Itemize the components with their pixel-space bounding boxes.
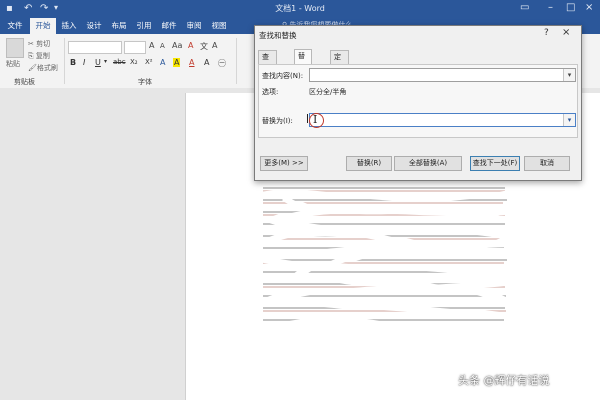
enclose-characters-button[interactable]: ㊀ xyxy=(218,58,226,69)
format-painter-icon: 🖌 xyxy=(28,64,37,72)
find-label: 查找内容(N): xyxy=(262,72,304,80)
copy-button[interactable]: ⎘ 复制 xyxy=(28,51,50,61)
strikethrough-button[interactable]: abc xyxy=(113,58,126,66)
find-what-combo[interactable]: ▾ xyxy=(309,68,576,82)
window-title: 文档1 - Word xyxy=(275,4,325,13)
character-border-button[interactable]: A xyxy=(212,41,217,50)
tab-find[interactable]: 查找(D) xyxy=(258,50,277,85)
tab-goto[interactable]: 定位(G) xyxy=(330,50,349,85)
shading-button[interactable]: A xyxy=(204,58,209,67)
watermark-text: 头条 @辉仔有话说 xyxy=(458,374,550,387)
format-painter-button[interactable]: 🖌格式刷 xyxy=(28,63,58,73)
text-effects-button[interactable]: A xyxy=(160,58,165,67)
cut-button[interactable]: ✂ 剪切 xyxy=(28,39,50,49)
cancel-button[interactable]: 取消 xyxy=(524,156,570,171)
font-group-label: 字体 xyxy=(138,78,152,86)
replace-button[interactable]: 替换(R) xyxy=(346,156,392,171)
phonetic-guide-button[interactable]: 文 xyxy=(200,41,208,52)
cut-icon: ✂ xyxy=(28,40,37,48)
cut-label: 剪切 xyxy=(36,40,51,48)
subscript-button[interactable]: X₂ xyxy=(130,58,138,66)
find-next-button[interactable]: 查找下一处(F) xyxy=(470,156,520,171)
tab-mailings[interactable]: 邮件 xyxy=(157,18,181,34)
chevron-down-icon[interactable]: ▾ xyxy=(563,69,575,81)
replace-with-combo[interactable]: ▾ xyxy=(309,113,576,127)
dialog-title: 查找和替换 xyxy=(259,31,297,40)
underline-button[interactable]: U xyxy=(95,58,101,67)
tab-insert[interactable]: 插入 xyxy=(57,18,81,34)
shrink-font-button[interactable]: A xyxy=(160,42,165,50)
group-separator xyxy=(64,38,65,84)
tab-layout[interactable]: 布局 xyxy=(107,18,131,34)
ibeam-cursor-icon: I xyxy=(313,113,318,126)
minimize-icon[interactable]: – xyxy=(548,2,553,13)
tab-view[interactable]: 视图 xyxy=(207,18,231,34)
obscured-text-block xyxy=(255,187,554,343)
copy-icon: ⎘ xyxy=(28,52,36,60)
tab-references[interactable]: 引用 xyxy=(132,18,156,34)
text-caret xyxy=(307,114,308,123)
replace-panel: 查找内容(N): ▾ 选项: 区分全/半角 替换为(I): ▾ xyxy=(258,64,578,138)
font-color-button[interactable]: A xyxy=(189,58,194,67)
tab-design[interactable]: 设计 xyxy=(82,18,106,34)
tab-home[interactable]: 开始 xyxy=(30,18,56,34)
clipboard-group-label: 剪贴板 xyxy=(14,78,35,86)
find-replace-dialog: 查找和替换 ? × 查找(D) 替换(P) 定位(G) 查找内容(N): ▾ 选… xyxy=(254,25,582,181)
help-icon[interactable]: ? xyxy=(544,28,549,38)
italic-button[interactable]: I xyxy=(83,58,85,67)
bold-button[interactable]: B xyxy=(70,58,76,67)
paste-icon[interactable] xyxy=(6,38,24,58)
ribbon-options-icon[interactable]: ▭ xyxy=(520,2,529,13)
grow-font-button[interactable]: A xyxy=(149,41,154,50)
tab-review[interactable]: 审阅 xyxy=(182,18,206,34)
more-button[interactable]: 更多(M) >> xyxy=(260,156,308,171)
tab-replace[interactable]: 替换(P) xyxy=(294,49,312,84)
clear-formatting-button[interactable]: A xyxy=(188,41,193,50)
underline-dropdown-icon[interactable]: ▾ xyxy=(104,58,107,65)
font-size-select[interactable] xyxy=(124,41,146,54)
tab-file[interactable]: 文件 xyxy=(2,18,28,34)
maximize-icon[interactable]: □ xyxy=(566,2,575,13)
format-painter-label: 格式刷 xyxy=(36,64,58,72)
chevron-down-icon[interactable]: ▾ xyxy=(563,114,575,126)
title-bar: ▪ ↶ ↷ ▾ 文档1 - Word ▭ – □ × xyxy=(0,0,600,18)
close-icon[interactable]: × xyxy=(585,2,593,13)
superscript-button[interactable]: X² xyxy=(145,58,153,66)
replace-label: 替换为(I): xyxy=(262,117,293,125)
replace-all-button[interactable]: 全部替换(A) xyxy=(394,156,462,171)
options-value: 区分全/半角 xyxy=(309,88,347,96)
paste-button[interactable]: 粘贴 xyxy=(6,59,20,69)
change-case-button[interactable]: Aa xyxy=(172,41,182,50)
group-separator xyxy=(236,38,237,84)
highlight-button[interactable]: A xyxy=(173,58,181,67)
dialog-close-icon[interactable]: × xyxy=(562,27,570,38)
options-label: 选项: xyxy=(262,88,279,96)
copy-label: 复制 xyxy=(35,52,50,60)
font-name-select[interactable] xyxy=(68,41,122,54)
